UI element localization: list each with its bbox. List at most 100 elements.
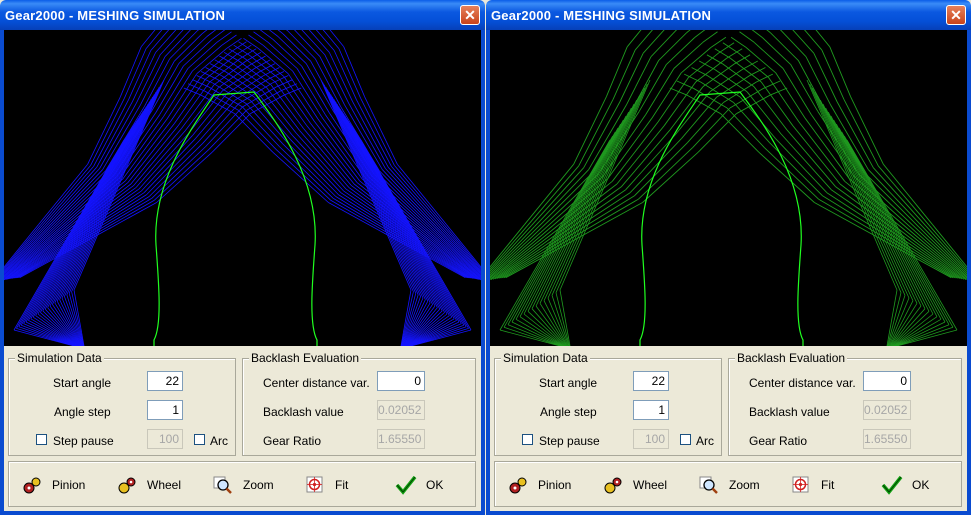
meshing-simulation-window-1: Gear2000 - MESHING SIMULATION ✕ Simulati… [0,0,485,515]
close-button[interactable]: ✕ [946,5,966,25]
start-angle-input[interactable]: 22 [633,371,669,391]
envelope-line [753,86,788,131]
envelope-line [761,37,791,65]
wheel-button[interactable]: Wheel [116,474,181,496]
backlash-value-label: Backlash value [263,405,344,419]
start-angle-input[interactable]: 22 [147,371,183,391]
envelope-line [44,108,146,310]
envelope-line [751,30,763,38]
zoom-button[interactable]: Zoom [212,474,274,496]
envelope-line [770,87,788,96]
envelope-line [814,202,884,241]
envelope-line [519,119,624,317]
window-frame-right [967,30,971,515]
envelope-line [221,34,237,46]
envelope-line [320,79,412,291]
envelope-line [143,58,170,107]
envelope-line [722,42,739,54]
envelope-line [344,115,448,315]
center-distance-input[interactable]: 0 [863,371,911,391]
envelope-line [503,135,614,328]
envelope-line [35,118,139,316]
step-pause-input[interactable]: 100 [633,429,669,449]
zoom-button[interactable]: Zoom [698,474,760,496]
envelope-line [818,198,887,239]
envelope-line [268,30,279,37]
envelope-line [282,33,311,62]
envelope-line [354,130,462,324]
envelope-line [305,63,334,111]
simulation-data-legend: Simulation Data [15,351,104,365]
angle-step-label: Angle step [540,405,597,419]
envelope-line [809,83,902,293]
meshing-plot-canvas[interactable] [490,30,967,346]
envelope-line [277,36,307,64]
envelope-line [201,30,208,35]
envelope-line [155,30,177,53]
envelope-line [888,297,910,346]
envelope-line [216,31,232,43]
step-pause-input[interactable]: 100 [147,429,183,449]
pinion-gear-icon [509,477,527,494]
pinion-tooth-profile [639,91,804,346]
center-distance-input[interactable]: 0 [377,371,425,391]
action-toolbar: Pinion Wheel Zoom Fit OK [8,461,476,507]
ok-button[interactable]: OK [881,474,929,496]
envelope-line [315,58,342,107]
envelope-line [694,30,706,38]
ok-button[interactable]: OK [395,474,443,496]
arc-label: Arc [696,434,714,448]
step-pause-label: Step pause [539,434,600,448]
envelope-line [292,135,344,192]
envelope-line [686,102,724,144]
arc-checkbox[interactable] [680,434,691,445]
gear-ratio-label: Gear Ratio [749,434,808,448]
envelope-line [547,91,643,299]
envelope-line [700,81,734,103]
fit-button[interactable]: Fit [790,474,834,496]
pinion-button[interactable]: Pinion [21,474,85,496]
title-bar[interactable]: Gear2000 - MESHING SIMULATION ✕ [486,0,971,30]
close-icon: ✕ [950,7,962,23]
fit-label: Fit [335,478,349,492]
close-button[interactable]: ✕ [460,5,480,25]
gear-ratio-field: 1.65550 [377,429,425,449]
title-bar[interactable]: Gear2000 - MESHING SIMULATION ✕ [0,0,485,30]
angle-step-input[interactable]: 1 [633,400,669,420]
step-pause-checkbox[interactable] [36,434,47,445]
envelope-line [745,47,776,74]
wheel-gear-icon [118,477,136,494]
gear-ratio-field: 1.65550 [863,429,911,449]
pinion-button[interactable]: Pinion [507,474,571,496]
envelope-line [169,30,198,60]
envelope-line [681,47,712,74]
step-pause-label: Step pause [53,434,114,448]
backlash-evaluation-legend: Backlash Evaluation [735,351,848,365]
meshing-plot-canvas[interactable] [4,30,481,346]
start-angle-label: Start angle [539,376,598,390]
backlash-value-label: Backlash value [749,405,830,419]
fit-button[interactable]: Fit [304,474,348,496]
envelope-line [547,297,569,346]
envelope-line [570,198,639,239]
envelope-line [346,118,450,316]
zoom-label: Zoom [729,478,760,492]
envelope-line [206,30,217,37]
backlash-value-field: 0.02052 [863,400,911,420]
angle-step-input[interactable]: 1 [147,400,183,420]
envelope-line [681,96,718,139]
step-pause-checkbox[interactable] [522,434,533,445]
envelope-line [141,135,193,192]
pinion-tooth-profile [153,91,318,346]
envelope-line [335,101,433,305]
envelope-line [686,94,721,115]
envelope-line [135,130,186,188]
envelope-line [841,131,950,325]
center-distance-label: Center distance var. [749,376,856,390]
arc-checkbox[interactable] [194,434,205,445]
meshing-simulation-window-2: Gear2000 - MESHING SIMULATION ✕ Simulati… [486,0,971,515]
envelope-line [718,42,735,54]
window-title: Gear2000 - MESHING SIMULATION [5,8,226,23]
wheel-button[interactable]: Wheel [602,474,667,496]
envelope-line [73,79,165,291]
